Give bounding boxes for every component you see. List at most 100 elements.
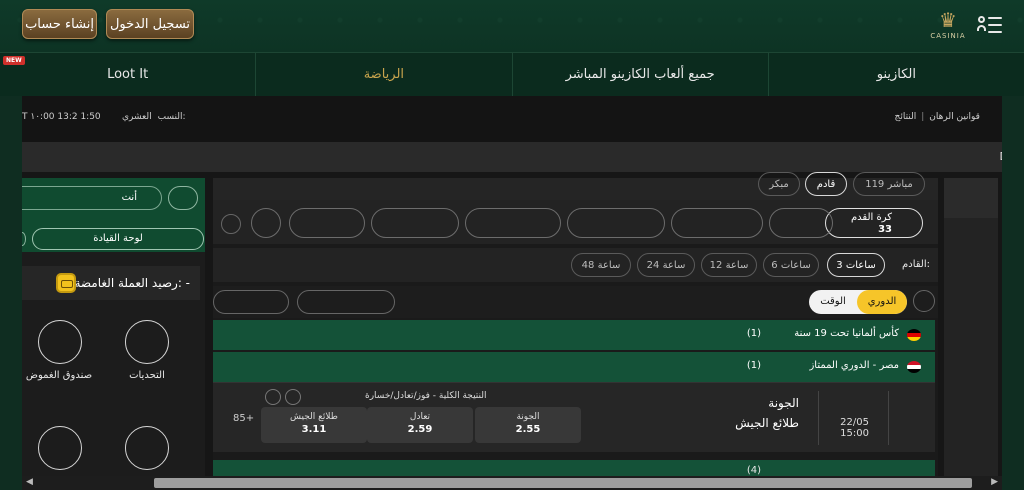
league-count: (1) <box>746 328 761 339</box>
sport-pill[interactable] <box>671 208 763 238</box>
options-icon[interactable] <box>913 290 935 312</box>
challenges-icon[interactable] <box>125 320 169 364</box>
leaderboard-button[interactable]: لوحة القيادة <box>32 228 204 250</box>
early-filter-pill[interactable]: مبكر <box>758 172 800 196</box>
odd-button-away[interactable]: طلائع الجيش 3.11 <box>261 407 367 443</box>
league-row-egypt[interactable]: مصر - الدوري الممتاز (1) <box>213 352 935 382</box>
clock-display: T ١٠:00 13:2 1:50 <box>22 112 101 122</box>
sports-row: كرة القدم 33 <box>213 200 938 244</box>
home-team: الجونة <box>768 396 799 410</box>
search-input[interactable]: أنت <box>22 186 162 210</box>
odd-value: 3.11 <box>301 424 327 435</box>
nav-item-sports[interactable]: الرياضة <box>255 53 511 96</box>
odds-format[interactable]: العشري النسب: <box>122 112 186 122</box>
league-name: مصر - الدوري الممتاز <box>809 360 899 371</box>
nav-item-loot-it[interactable]: NEW Loot It <box>0 53 255 96</box>
results-link[interactable]: النتائج <box>895 112 917 122</box>
time-filter-3h[interactable]: 3 ساعات <box>827 253 885 277</box>
casinia-logo[interactable]: ♛ CASINIA <box>928 8 968 46</box>
sport-name: كرة القدم <box>850 212 892 223</box>
scroll-left-icon[interactable] <box>221 214 241 234</box>
crown-icon: ♛ <box>939 8 957 32</box>
register-button[interactable]: إنشاء حساب <box>22 9 97 39</box>
league-count: (1) <box>746 360 761 371</box>
scroll-left-arrow-icon[interactable]: ◀ <box>26 477 33 487</box>
sport-pill[interactable] <box>769 208 833 238</box>
odd-label: الجونة <box>516 412 540 422</box>
filter-pill[interactable] <box>213 290 289 314</box>
grouping-tabs: الدوري الوقت <box>213 286 938 318</box>
away-team: طلائع الجيش <box>735 416 799 430</box>
edge-text: D <box>1000 150 1002 163</box>
odd-value: 2.59 <box>407 424 433 435</box>
sport-pill[interactable] <box>567 208 665 238</box>
scroll-right-arrow-icon[interactable]: ▶ <box>991 477 998 487</box>
germany-flag-icon <box>907 329 921 341</box>
toggle-button[interactable] <box>168 186 198 210</box>
nav-label: الكازينو <box>876 67 916 82</box>
time-filter-24h[interactable]: 24 ساعة <box>637 253 695 277</box>
upcoming-filter-pill[interactable]: قادم <box>805 172 847 196</box>
match-row[interactable]: 22/05 15:00 الجونة طلائع الجيش النتيجة ا… <box>213 382 935 452</box>
live-filter-pill[interactable]: مباشر 119 <box>853 172 925 196</box>
feature-circle-icon[interactable] <box>125 426 169 470</box>
sport-pill[interactable] <box>251 208 281 238</box>
odd-button-draw[interactable]: تعادل 2.59 <box>367 407 473 443</box>
market-name: النتيجة الكلية - فوز/تعادل/خسارة <box>365 391 487 401</box>
right-column <box>944 178 998 476</box>
odds-format-label: النسب: <box>157 112 186 122</box>
divider: | <box>921 112 925 122</box>
mystery-box-label: صندوق الغموض <box>25 370 93 381</box>
scrollbar-thumb[interactable] <box>154 478 972 488</box>
sport-pill[interactable] <box>371 208 459 238</box>
left-panel: أنت لوحة القيادة رصيد العملة الغامضة: - … <box>22 178 205 476</box>
odds-format-value[interactable]: العشري <box>122 112 152 122</box>
events-panel: مباشر 119 قادم مبكر كرة القدم 33 القادم:… <box>213 172 938 476</box>
coin-chest-icon <box>56 273 76 293</box>
time-filter-48h[interactable]: 48 ساعة <box>571 253 631 277</box>
sportsbook-frame: T ١٠:00 13:2 1:50 العشري النسب: النتائج … <box>22 96 1002 476</box>
nav-item-live-casino[interactable]: جميع ألعاب الكازينو المباشر <box>511 53 768 96</box>
challenges-label: التحديات <box>129 370 165 381</box>
user-menu-icon[interactable] <box>977 14 1002 36</box>
time-filter-12h[interactable]: 12 ساعة <box>701 253 757 277</box>
league-row-partial[interactable]: (4) <box>213 460 935 476</box>
divider <box>888 391 889 445</box>
favorite-icon[interactable] <box>265 389 281 405</box>
tab-league[interactable]: الدوري <box>857 290 907 314</box>
new-badge: NEW <box>3 56 25 65</box>
horizontal-scrollbar[interactable]: ◀ ▶ <box>22 476 1002 490</box>
login-button[interactable]: تسجيل الدخول <box>106 9 194 39</box>
divider <box>818 391 819 445</box>
time-filter-6h[interactable]: 6 ساعات <box>763 253 819 277</box>
odd-button-home[interactable]: الجونة 2.55 <box>475 407 581 443</box>
match-time: 15:00 <box>840 428 869 439</box>
sport-pill-football[interactable]: كرة القدم 33 <box>825 208 923 238</box>
banner-band: D <box>22 142 1002 172</box>
nav-label: الرياضة <box>363 67 405 82</box>
match-date: 22/05 <box>840 417 869 428</box>
group-toggle[interactable]: الدوري الوقت <box>809 290 907 314</box>
mystery-balance: رصيد العملة الغامضة: - <box>22 266 200 300</box>
match-teams: الجونة طلائع الجيش <box>735 393 799 433</box>
betting-rules-link[interactable]: قوانين الرهان <box>929 112 980 122</box>
nav-item-casino[interactable]: الكازينو <box>767 53 1024 96</box>
tab-time[interactable]: الوقت <box>809 290 857 314</box>
league-row-germany[interactable]: كأس ألمانيا تحت 19 سنة (1) <box>213 320 935 350</box>
more-markets-link[interactable]: 85+ <box>233 413 254 424</box>
sport-pill[interactable] <box>289 208 365 238</box>
info-bar: T ١٠:00 13:2 1:50 العشري النسب: النتائج … <box>22 96 1002 142</box>
user-panel-head: أنت لوحة القيادة <box>22 178 205 252</box>
main-nav: الكازينو جميع ألعاب الكازينو المباشر الر… <box>0 52 1024 96</box>
odd-value: 2.55 <box>515 424 541 435</box>
stats-icon[interactable] <box>285 389 301 405</box>
odd-label: تعادل <box>409 412 431 422</box>
sport-count: 33 <box>878 224 892 235</box>
sport-pill[interactable] <box>465 208 561 238</box>
info-links: النتائج | قوانين الرهان <box>895 112 980 122</box>
nav-label: Loot It <box>107 67 149 82</box>
right-column-header <box>944 178 998 218</box>
filter-pill[interactable] <box>297 290 395 314</box>
mystery-box-icon[interactable] <box>38 320 82 364</box>
feature-circle-icon[interactable] <box>38 426 82 470</box>
